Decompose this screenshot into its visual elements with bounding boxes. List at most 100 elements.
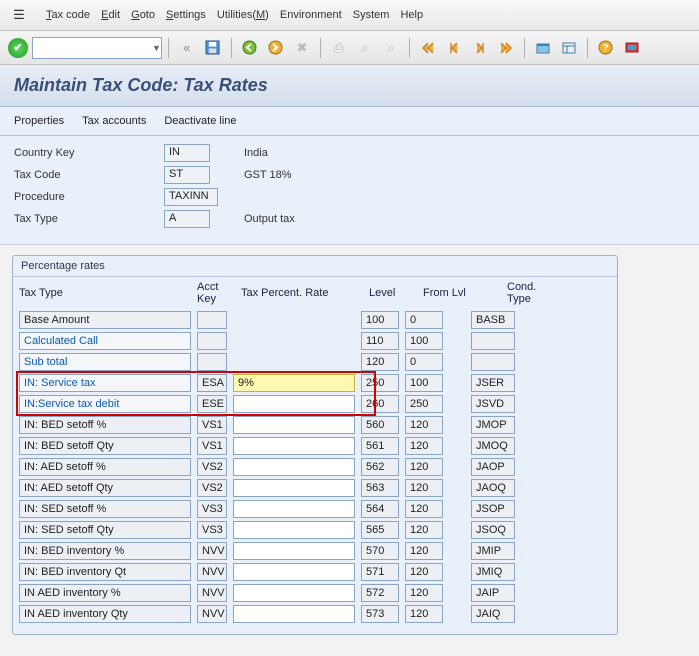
print-icon[interactable]: ⎙ — [328, 37, 350, 59]
table-row: IN AED inventory QtyNVV573120JAIQ — [19, 605, 611, 623]
cell-cond-type: JSOP — [471, 500, 515, 518]
menubar: ☰ Tax code Edit Goto Settings Utilities(… — [0, 0, 699, 31]
cell-tax-rate[interactable] — [233, 500, 355, 518]
cell-tax-rate[interactable] — [233, 479, 355, 497]
cell-cond-type: JMIQ — [471, 563, 515, 581]
cell-tax-rate[interactable] — [233, 542, 355, 560]
cell-acct-key: VS3 — [197, 500, 227, 518]
command-field[interactable] — [32, 37, 162, 59]
menu-environment[interactable]: Environment — [276, 7, 346, 23]
cell-cond-type: JMOP — [471, 416, 515, 434]
table-row: Calculated Call110100 — [19, 332, 611, 350]
cell-tax-type: IN AED inventory % — [19, 584, 191, 602]
cell-tax-type[interactable]: IN: Service tax — [19, 374, 191, 392]
find-next-icon[interactable]: ⌕ — [380, 37, 402, 59]
desc-tax-type: Output tax — [244, 213, 295, 225]
cell-level: 250 — [361, 374, 399, 392]
cell-acct-key: NVV — [197, 605, 227, 623]
find-icon[interactable]: ⌕ — [354, 37, 376, 59]
field-procedure[interactable]: TAXINN — [164, 188, 218, 206]
cell-from-lvl: 120 — [405, 479, 443, 497]
last-page-icon[interactable] — [495, 37, 517, 59]
menu-edit[interactable]: Edit — [97, 7, 124, 23]
desc-tax-code: GST 18% — [244, 169, 292, 181]
cell-acct-key: NVV — [197, 563, 227, 581]
back-nav-icon[interactable] — [239, 37, 261, 59]
field-tax-type[interactable]: A — [164, 210, 210, 228]
first-page-icon[interactable] — [417, 37, 439, 59]
cell-cond-type: JAOP — [471, 458, 515, 476]
field-tax-code[interactable]: ST — [164, 166, 210, 184]
cell-from-lvl: 120 — [405, 605, 443, 623]
table-row: IN: SED setoff QtyVS3565120JSOQ — [19, 521, 611, 539]
menu-command-icon[interactable]: ☰ — [8, 4, 30, 26]
table-header: Tax Type Acct Key Tax Percent. Rate Leve… — [19, 281, 611, 305]
table-row: IN: BED setoff QtyVS1561120JMOQ — [19, 437, 611, 455]
back-icon[interactable]: « — [176, 37, 198, 59]
page-title: Maintain Tax Code: Tax Rates — [14, 75, 685, 96]
cell-from-lvl: 120 — [405, 500, 443, 518]
cell-from-lvl: 120 — [405, 416, 443, 434]
tab-properties[interactable]: Properties — [14, 115, 64, 127]
cell-level: 110 — [361, 332, 399, 350]
cell-level: 571 — [361, 563, 399, 581]
customize-icon[interactable] — [621, 37, 643, 59]
cell-tax-rate[interactable] — [233, 563, 355, 581]
new-session-icon[interactable] — [532, 37, 554, 59]
cell-tax-type: IN: BED setoff Qty — [19, 437, 191, 455]
menu-help[interactable]: Help — [396, 7, 427, 23]
cell-cond-type: JAIP — [471, 584, 515, 602]
next-page-icon[interactable] — [469, 37, 491, 59]
cell-tax-rate[interactable] — [233, 458, 355, 476]
field-country-key[interactable]: IN — [164, 144, 210, 162]
cell-level: 562 — [361, 458, 399, 476]
cell-from-lvl: 0 — [405, 311, 443, 329]
tab-tax-accounts[interactable]: Tax accounts — [82, 115, 146, 127]
cell-tax-type[interactable]: Calculated Call — [19, 332, 191, 350]
tab-deactivate-line[interactable]: Deactivate line — [164, 115, 236, 127]
cell-cond-type: JSOQ — [471, 521, 515, 539]
cell-tax-type[interactable]: IN:Service tax debit — [19, 395, 191, 413]
cell-level: 100 — [361, 311, 399, 329]
menu-goto[interactable]: Goto — [127, 7, 159, 23]
cell-tax-rate[interactable]: 9% — [233, 374, 355, 392]
layout-icon[interactable] — [558, 37, 580, 59]
prev-page-icon[interactable] — [443, 37, 465, 59]
menu-system[interactable]: System — [349, 7, 394, 23]
table-row: IN: AED setoff QtyVS2563120JAOQ — [19, 479, 611, 497]
enter-icon[interactable]: ✔ — [8, 38, 28, 58]
toolbar: ✔ ▼ « ✖ ⎙ ⌕ ⌕ ? — [0, 31, 699, 65]
table-row: IN: Service taxESA9%250100JSER — [19, 374, 611, 392]
hdr-level: Level — [369, 287, 417, 299]
exit-nav-icon[interactable] — [265, 37, 287, 59]
help-icon[interactable]: ? — [595, 37, 617, 59]
cell-level: 120 — [361, 353, 399, 371]
cell-from-lvl: 0 — [405, 353, 443, 371]
cell-tax-type[interactable]: Sub total — [19, 353, 191, 371]
cell-level: 563 — [361, 479, 399, 497]
cell-tax-rate[interactable] — [233, 605, 355, 623]
hdr-tax-type: Tax Type — [19, 287, 191, 299]
cell-acct-key: ESA — [197, 374, 227, 392]
label-tax-code: Tax Code — [14, 169, 164, 181]
cell-tax-rate[interactable] — [233, 395, 355, 413]
cell-acct-key: VS1 — [197, 416, 227, 434]
cell-tax-rate[interactable] — [233, 584, 355, 602]
cell-from-lvl: 120 — [405, 563, 443, 581]
cell-tax-type: IN: SED setoff Qty — [19, 521, 191, 539]
cell-tax-rate[interactable] — [233, 437, 355, 455]
cell-from-lvl: 120 — [405, 458, 443, 476]
save-icon[interactable] — [202, 37, 224, 59]
cell-tax-rate[interactable] — [233, 521, 355, 539]
cell-acct-key: VS3 — [197, 521, 227, 539]
menu-taxcode[interactable]: Tax code — [42, 7, 94, 23]
cancel-nav-icon[interactable]: ✖ — [291, 37, 313, 59]
menu-utilitiesm[interactable]: Utilities(M) — [213, 7, 273, 23]
page-title-area: Maintain Tax Code: Tax Rates — [0, 65, 699, 107]
cell-acct-key: NVV — [197, 542, 227, 560]
menu-settings[interactable]: Settings — [162, 7, 210, 23]
cell-cond-type — [471, 332, 515, 350]
cell-tax-type: IN: BED inventory % — [19, 542, 191, 560]
cell-level: 565 — [361, 521, 399, 539]
cell-tax-rate[interactable] — [233, 416, 355, 434]
